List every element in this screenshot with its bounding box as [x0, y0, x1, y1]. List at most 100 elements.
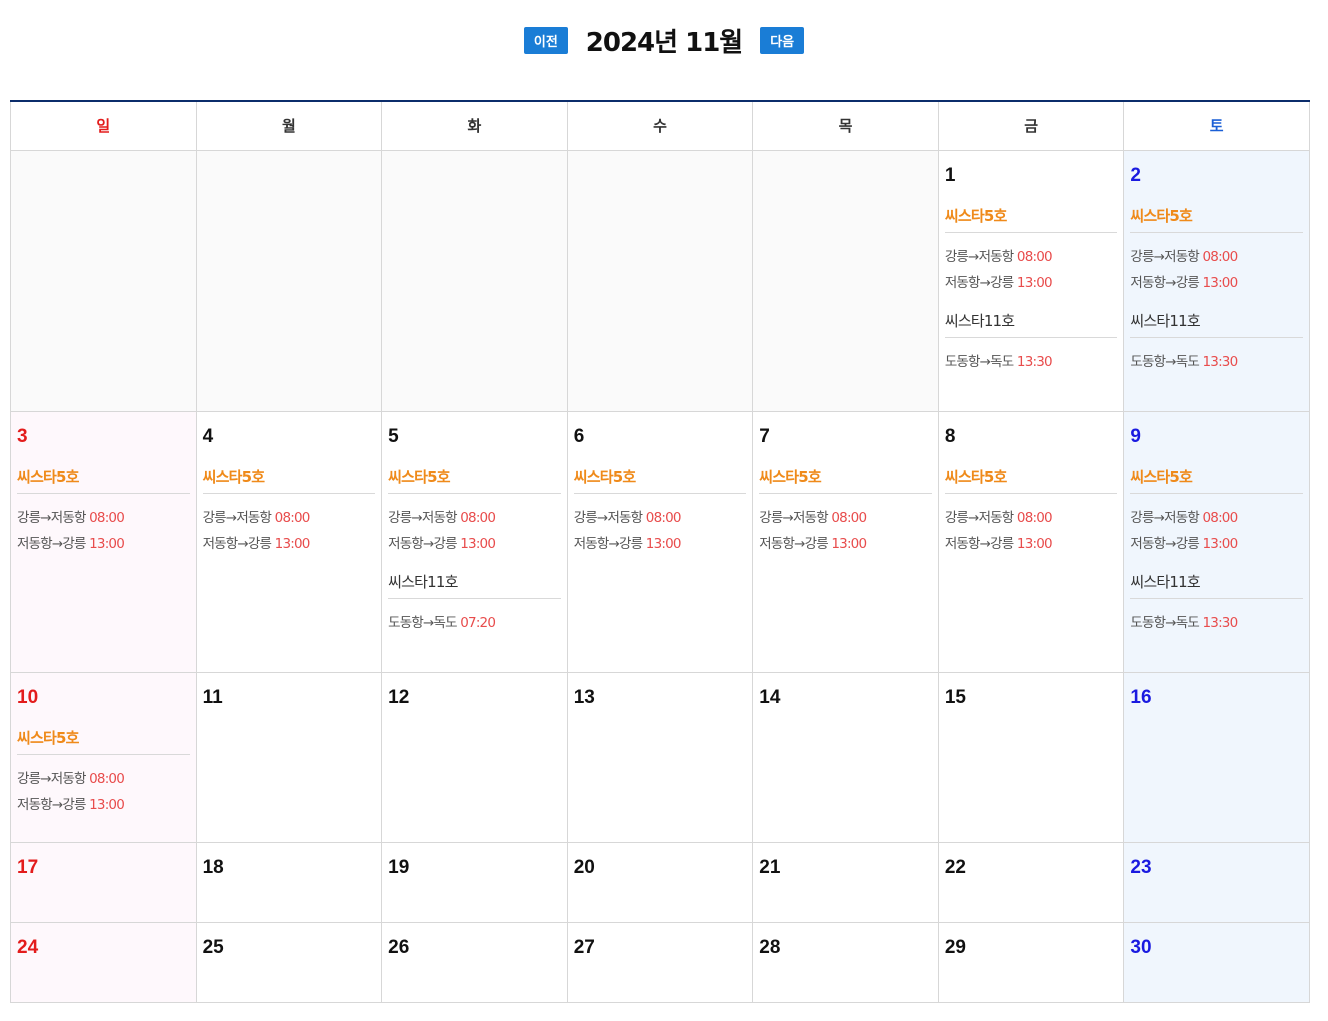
- route-item: 저동항→강릉 13:00: [17, 531, 190, 557]
- ship-name: 씨스타11호: [1130, 571, 1303, 599]
- route-item: 강릉→저동항 08:00: [1130, 244, 1303, 270]
- route-item: 저동항→강릉 13:00: [1130, 270, 1303, 296]
- calendar-day-cell[interactable]: 16: [1123, 671, 1310, 843]
- day-number: 16: [1130, 686, 1152, 708]
- departure-time: 08:00: [89, 770, 125, 787]
- route-text: 저동항→강릉: [17, 796, 90, 813]
- calendar-day-cell[interactable]: 13: [566, 671, 754, 843]
- route-list: 도동항→독도 13:30: [1130, 338, 1303, 375]
- calendar-day-cell[interactable]: 14: [752, 671, 939, 843]
- day-number: 15: [944, 686, 966, 708]
- route-list: 강릉→저동항 08:00 저동항→강릉 13:00: [574, 494, 747, 557]
- route-item: 강릉→저동항 08:00: [945, 505, 1118, 531]
- route-item: 저동항→강릉 13:00: [945, 270, 1118, 296]
- route-item: 저동항→강릉 13:00: [17, 792, 190, 818]
- ship-schedule: 씨스타11호 도동항→독도 13:30: [944, 310, 1118, 375]
- day-number: 8: [944, 425, 956, 447]
- ship-name: 씨스타5호: [17, 466, 190, 494]
- day-number: 27: [573, 936, 595, 958]
- calendar-day-cell[interactable]: 24: [10, 921, 197, 1003]
- route-text: 저동항→강릉: [1130, 535, 1203, 552]
- calendar-day-cell[interactable]: 18: [195, 841, 383, 923]
- route-list: 도동항→독도 07:20: [388, 599, 561, 636]
- departure-time: 13:30: [1202, 353, 1238, 370]
- day-number: 6: [573, 425, 585, 447]
- day-number: 12: [388, 686, 410, 708]
- ship-schedule: 씨스타5호 강릉→저동항 08:00 저동항→강릉 13:00: [202, 466, 376, 557]
- calendar-day-cell[interactable]: 2 씨스타5호 강릉→저동항 08:00 저동항→강릉 13:00 씨스타11호 도동항→…: [1123, 149, 1310, 412]
- prev-month-button[interactable]: 이전: [523, 26, 568, 54]
- calendar-day-cell[interactable]: 19: [381, 841, 568, 923]
- calendar-day-cell[interactable]: 9 씨스타5호 강릉→저동항 08:00 저동항→강릉 13:00 씨스타11호 도동항→…: [1123, 410, 1310, 673]
- ship-schedule: 씨스타5호 강릉→저동항 08:00 저동항→강릉 13:00: [388, 466, 561, 557]
- calendar-day-cell[interactable]: 10 씨스타5호 강릉→저동항 08:00 저동항→강릉 13:00: [10, 671, 197, 843]
- weekday-header: 토: [1123, 100, 1310, 151]
- route-item: 강릉→저동항 08:00: [17, 766, 190, 792]
- route-text: 저동항→강릉: [17, 535, 90, 552]
- calendar-day-cell[interactable]: 8 씨스타5호 강릉→저동항 08:00 저동항→강릉 13:00: [937, 410, 1125, 673]
- route-text: 저동항→강릉: [202, 535, 275, 552]
- next-month-button[interactable]: 다음: [760, 26, 805, 54]
- calendar-week-row: 1 씨스타5호 강릉→저동항 08:00 저동항→강릉 13:00 씨스타11호 도동항→…: [10, 149, 1310, 412]
- departure-time: 13:00: [1016, 535, 1053, 552]
- ship-name: 씨스타5호: [759, 466, 932, 494]
- day-number: 3: [17, 425, 28, 447]
- day-number: 7: [759, 425, 770, 447]
- calendar-day-cell[interactable]: 11: [195, 671, 383, 843]
- calendar-day-cell[interactable]: 30: [1123, 921, 1310, 1003]
- route-item: 강릉→저동항 08:00: [1130, 505, 1303, 531]
- calendar-week-row: 10 씨스타5호 강릉→저동항 08:00 저동항→강릉 13:00 11 12 13 14 1…: [10, 671, 1310, 843]
- calendar-day-cell[interactable]: 21: [752, 841, 939, 923]
- departure-time: 07:20: [460, 614, 496, 631]
- calendar-day-cell[interactable]: 25: [195, 921, 383, 1003]
- calendar-day-cell[interactable]: 20: [566, 841, 754, 923]
- ship-name: 씨스타5호: [1130, 466, 1303, 494]
- calendar-day-cell[interactable]: 3 씨스타5호 강릉→저동항 08:00 저동항→강릉 13:00: [10, 410, 197, 673]
- day-number: 19: [388, 856, 410, 878]
- route-text: 저동항→강릉: [944, 535, 1017, 552]
- month-navigation: 이전 2024년 11월 다음: [0, 20, 1328, 60]
- calendar-day-cell[interactable]: 4 씨스타5호 강릉→저동항 08:00 저동항→강릉 13:00: [195, 410, 383, 673]
- departure-time: 08:00: [831, 509, 867, 526]
- route-item: 강릉→저동항 08:00: [759, 505, 932, 531]
- ship-schedule: 씨스타11호 도동항→독도 07:20: [388, 571, 561, 636]
- ship-name: 씨스타5호: [202, 466, 376, 494]
- route-text: 강릉→저동항: [944, 248, 1017, 265]
- route-text: 강릉→저동항: [202, 509, 275, 526]
- calendar-day-cell[interactable]: 5 씨스타5호 강릉→저동항 08:00 저동항→강릉 13:00 씨스타11호 도동항→…: [381, 410, 568, 673]
- route-text: 저동항→강릉: [944, 274, 1017, 291]
- day-number: 24: [17, 936, 39, 958]
- calendar-day-cell[interactable]: 1 씨스타5호 강릉→저동항 08:00 저동항→강릉 13:00 씨스타11호 도동항→…: [937, 149, 1125, 412]
- calendar-day-cell[interactable]: 17: [10, 841, 197, 923]
- departure-time: 13:00: [460, 535, 496, 552]
- calendar-day-cell[interactable]: 22: [937, 841, 1125, 923]
- route-item: 강릉→저동항 08:00: [388, 505, 561, 531]
- calendar-day-cell[interactable]: 27: [566, 921, 754, 1003]
- calendar-day-cell[interactable]: 28: [752, 921, 939, 1003]
- ship-schedule: 씨스타11호 도동항→독도 13:30: [1130, 310, 1303, 375]
- calendar-day-cell[interactable]: 7 씨스타5호 강릉→저동항 08:00 저동항→강릉 13:00: [752, 410, 939, 673]
- calendar-day-cell[interactable]: 12: [381, 671, 568, 843]
- day-number: 4: [202, 425, 214, 447]
- calendar-empty-cell: [566, 149, 754, 412]
- calendar-day-cell[interactable]: 26: [381, 921, 568, 1003]
- departure-time: 13:00: [831, 535, 867, 552]
- calendar-day-cell[interactable]: 6 씨스타5호 강릉→저동항 08:00 저동항→강릉 13:00: [566, 410, 754, 673]
- calendar-week-row: 24 25 26 27 28 29 30: [10, 921, 1310, 1003]
- route-text: 도동항→독도: [1130, 614, 1203, 631]
- calendar-week-row: 17 18 19 20 21 22 23: [10, 841, 1310, 923]
- departure-time: 08:00: [1016, 248, 1053, 265]
- calendar-empty-cell: [10, 149, 197, 412]
- calendar-day-cell[interactable]: 23: [1123, 841, 1310, 923]
- route-item: 강릉→저동항 08:00: [203, 505, 376, 531]
- route-item: 도동항→독도 13:30: [945, 349, 1118, 375]
- calendar-day-cell[interactable]: 15: [937, 671, 1125, 843]
- route-text: 강릉→저동항: [388, 509, 461, 526]
- route-text: 강릉→저동항: [17, 509, 90, 526]
- weekday-header: 금: [937, 100, 1125, 151]
- route-item: 저동항→강릉 13:00: [574, 531, 747, 557]
- weekday-header: 월: [195, 100, 383, 151]
- day-number: 21: [759, 856, 781, 878]
- departure-time: 13:30: [1016, 353, 1053, 370]
- calendar-day-cell[interactable]: 29: [937, 921, 1125, 1003]
